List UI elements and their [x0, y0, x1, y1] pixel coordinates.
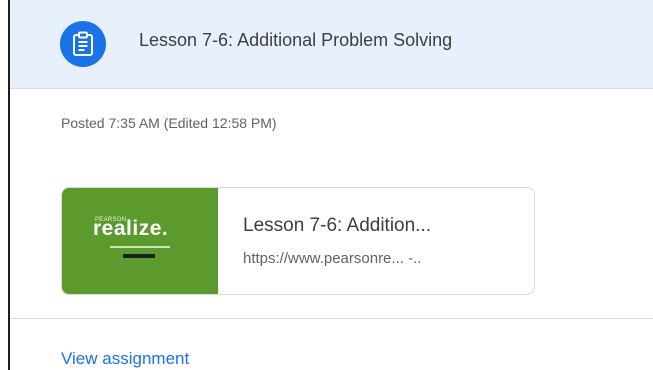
view-assignment-link[interactable]: View assignment: [61, 349, 189, 369]
attachment-url: https://www.pearsonre... -..: [243, 250, 422, 267]
attachment-thumbnail: PEARSON realize.: [62, 188, 218, 294]
assignment-title[interactable]: Lesson 7-6: Additional Problem Solving: [139, 30, 452, 51]
thumbnail-brand-logo: realize.: [93, 217, 169, 240]
assignment-icon: [60, 21, 106, 67]
attachment-title[interactable]: Lesson 7-6: Addition...: [243, 215, 431, 237]
assignment-card: Lesson 7-6: Additional Problem Solving P…: [10, 0, 653, 370]
section-divider: [10, 318, 653, 319]
thumbnail-tagline: [110, 246, 170, 248]
assignment-header[interactable]: Lesson 7-6: Additional Problem Solving: [10, 0, 653, 89]
clipboard-icon: [73, 31, 93, 56]
link-attachment[interactable]: PEARSON realize. Lesson 7-6: Addition...…: [61, 187, 535, 295]
posted-timestamp: Posted 7:35 AM (Edited 12:58 PM): [61, 115, 277, 131]
thumbnail-bar: [123, 254, 155, 258]
